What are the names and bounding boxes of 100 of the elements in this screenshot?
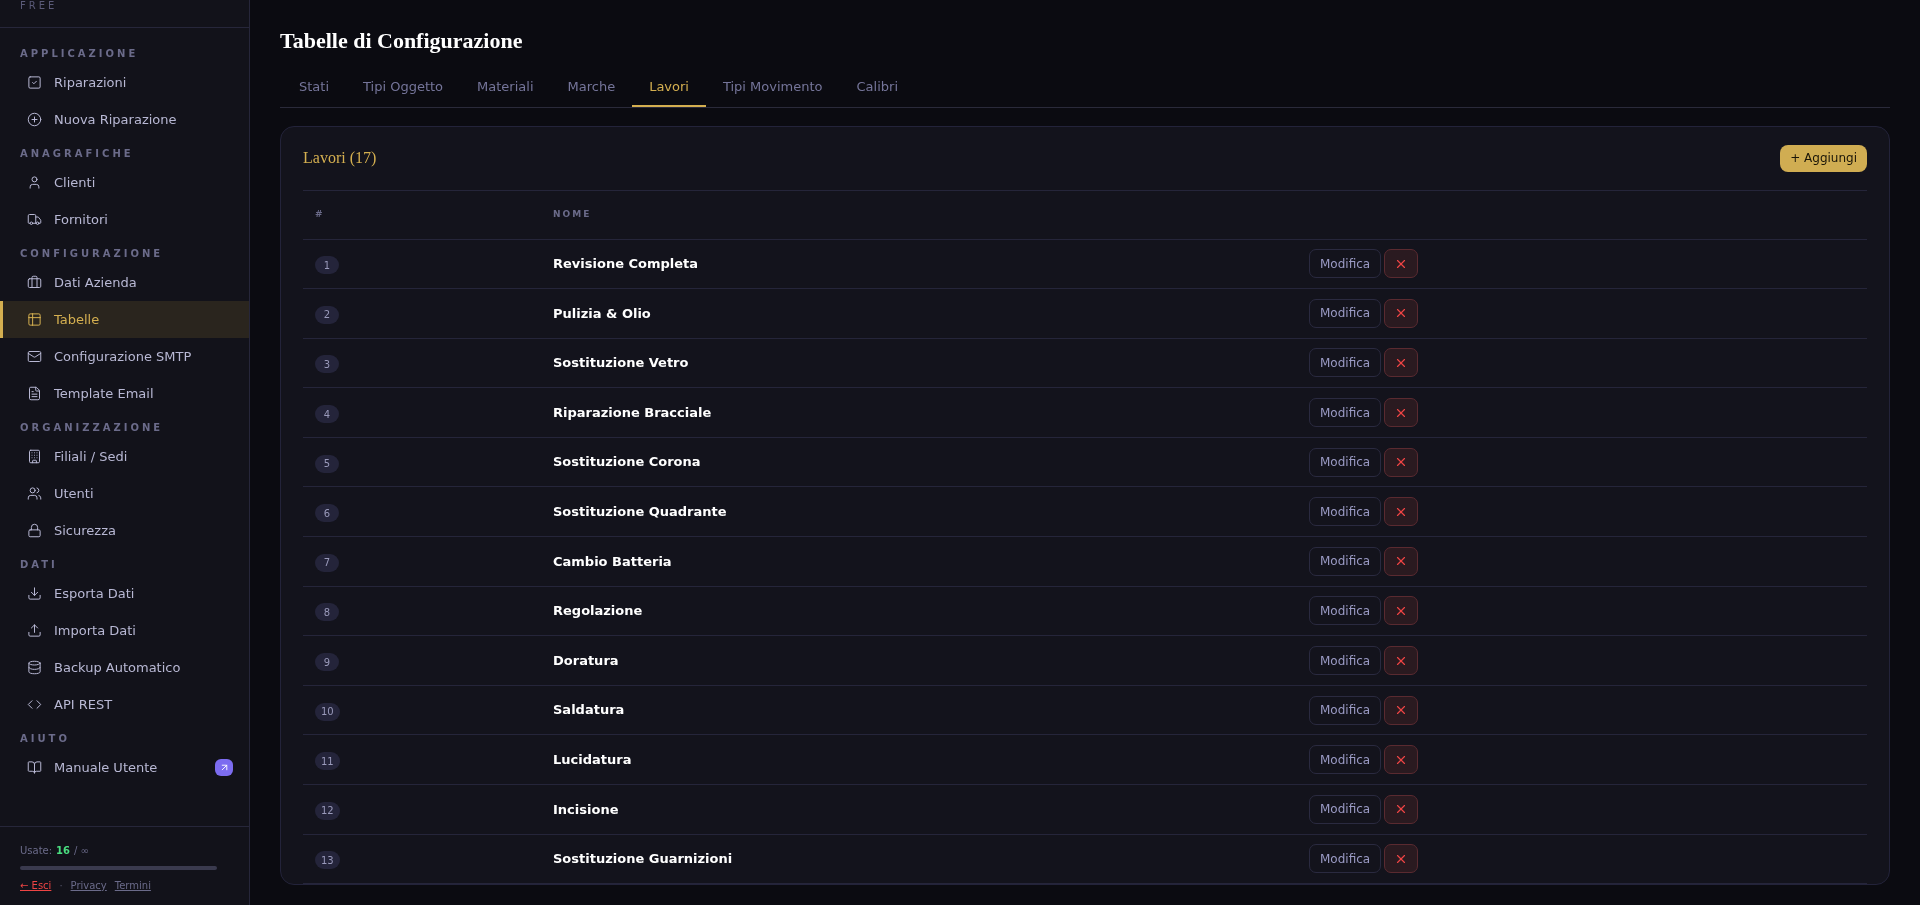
logout-link[interactable]: ← Esci: [20, 878, 52, 893]
table-cell-text: Revisione Completa: [553, 255, 700, 274]
row-number-badge: 9: [315, 653, 339, 672]
delete-button[interactable]: [1384, 695, 1419, 725]
mail-icon: [27, 349, 42, 364]
plus-circle-icon: [27, 112, 42, 127]
table-cell-text: Sostituzione Vetro: [553, 354, 690, 373]
sidebar-item[interactable]: Riparazioni: [0, 64, 249, 101]
edit-button[interactable]: Modifica: [1309, 398, 1382, 428]
tab[interactable]: Stati: [282, 75, 347, 107]
row-number-badge: 13: [315, 851, 340, 870]
delete-button[interactable]: [1384, 844, 1419, 874]
external-link-badge[interactable]: [215, 759, 233, 776]
tab[interactable]: Tipi Movimento: [705, 75, 840, 107]
sidebar-item[interactable]: Filiali / Sedi: [0, 438, 249, 475]
table-cell-text: Regolazione: [553, 602, 644, 621]
sidebar-item[interactable]: Template Email: [0, 375, 249, 412]
users-icon: [27, 486, 42, 501]
section-heading: APPLICAZIONE: [19, 47, 140, 61]
table-cell-text: Incisione: [553, 800, 620, 819]
edit-button[interactable]: Modifica: [1309, 447, 1382, 477]
edit-button[interactable]: Modifica: [1309, 695, 1382, 725]
sidebar-item[interactable]: Clienti: [0, 164, 249, 201]
delete-button[interactable]: [1384, 646, 1419, 676]
download-icon: [27, 586, 42, 601]
delete-button[interactable]: [1384, 249, 1419, 279]
table-icon: [27, 312, 42, 327]
sidebar-item[interactable]: Configurazione SMTP: [0, 338, 249, 375]
usage-label: Usate:: [20, 844, 53, 858]
section-heading: CONFIGURAZIONE: [19, 247, 165, 261]
table-cell-text: Sostituzione Corona: [553, 453, 702, 472]
delete-button[interactable]: [1384, 596, 1419, 626]
table-cell-text: Cambio Batteria: [553, 552, 673, 571]
row-number-badge: 2: [315, 305, 339, 324]
footer-link[interactable]: Privacy: [70, 878, 107, 893]
tab[interactable]: Materiali: [460, 75, 551, 107]
section-heading: DATI: [19, 558, 59, 572]
usage-value: 16: [56, 844, 71, 858]
checkbox-icon: [27, 75, 42, 90]
sidebar-item[interactable]: API REST: [0, 686, 249, 723]
sidebar-item[interactable]: Esporta Dati: [0, 575, 249, 612]
table-cell-text: Lucidatura: [553, 751, 633, 769]
database-icon: [27, 660, 42, 675]
delete-button[interactable]: [1384, 745, 1419, 775]
edit-button[interactable]: Modifica: [1309, 546, 1382, 576]
edit-button[interactable]: Modifica: [1309, 348, 1382, 378]
table-cell-text: Saldatura: [553, 701, 626, 720]
usage-limit: / ∞: [74, 844, 89, 858]
section-heading: ANAGRAFICHE: [19, 147, 135, 161]
row-number-badge: 10: [315, 702, 340, 721]
sidebar-item[interactable]: Backup Automatico: [0, 649, 249, 686]
table-cell-text: Sostituzione Guarnizioni: [553, 850, 734, 869]
edit-button[interactable]: Modifica: [1309, 596, 1382, 626]
sidebar-item[interactable]: Sicurezza: [0, 512, 249, 549]
column-header: #: [314, 207, 326, 221]
sidebar-item[interactable]: Manuale Utente: [0, 749, 249, 786]
sidebar-item[interactable]: Tabelle: [0, 301, 249, 338]
footer-link[interactable]: Termini: [114, 878, 151, 893]
delete-button[interactable]: [1384, 497, 1419, 527]
section-heading: ORGANIZZAZIONE: [19, 421, 165, 435]
sidebar-item[interactable]: Nuova Riparazione: [0, 101, 249, 138]
building-icon: [27, 449, 42, 464]
sidebar-item[interactable]: Dati Azienda: [0, 264, 249, 301]
truck-icon: [27, 212, 42, 227]
row-number-badge: 5: [315, 454, 339, 473]
edit-button[interactable]: Modifica: [1309, 844, 1382, 874]
delete-button[interactable]: [1384, 348, 1419, 378]
column-header: NOME: [553, 207, 592, 221]
edit-button[interactable]: Modifica: [1309, 298, 1382, 328]
row-number-badge: 11: [315, 752, 340, 771]
delete-button[interactable]: [1384, 298, 1419, 328]
delete-button[interactable]: [1384, 794, 1419, 824]
sidebar-item[interactable]: Fornitori: [0, 201, 249, 238]
edit-button[interactable]: Modifica: [1309, 794, 1382, 824]
delete-button[interactable]: [1384, 447, 1419, 477]
sidebar-item[interactable]: Utenti: [0, 475, 249, 512]
add-button[interactable]: + Aggiungi: [1780, 144, 1867, 172]
page-title: Tabelle di Configurazione: [280, 27, 524, 55]
tab[interactable]: Marche: [550, 75, 633, 107]
row-number-badge: 7: [315, 553, 339, 572]
table-cell-text: Riparazione Bracciale: [553, 403, 713, 422]
edit-button[interactable]: Modifica: [1309, 497, 1382, 527]
tab[interactable]: Lavori: [632, 75, 706, 107]
upload-icon: [27, 623, 42, 638]
edit-button[interactable]: Modifica: [1309, 646, 1382, 676]
tab[interactable]: Calibri: [839, 75, 915, 107]
sidebar-item[interactable]: Importa Dati: [0, 612, 249, 649]
user-icon: [27, 175, 42, 190]
delete-button[interactable]: [1384, 398, 1419, 428]
row-number-badge: 4: [315, 405, 339, 424]
row-number-badge: 3: [315, 355, 339, 374]
plan-label: FREE: [20, 0, 58, 12]
delete-button[interactable]: [1384, 546, 1419, 576]
card-title: Lavori (17): [303, 148, 377, 169]
table-cell-text: Doratura: [553, 651, 620, 670]
tab[interactable]: Tipi Oggetto: [346, 75, 461, 107]
row-number-badge: 8: [315, 603, 339, 622]
edit-button[interactable]: Modifica: [1309, 249, 1382, 279]
edit-button[interactable]: Modifica: [1309, 745, 1382, 775]
row-number-badge: 12: [315, 801, 340, 820]
